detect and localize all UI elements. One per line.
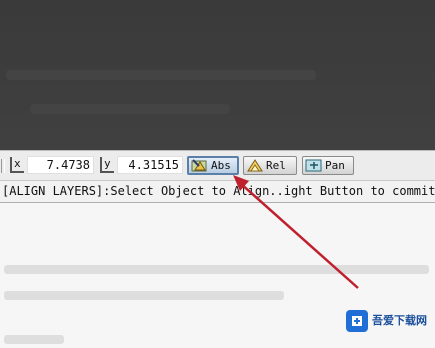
annotation-arrow — [233, 175, 359, 289]
site-watermark: 吾爱下载网 — [346, 304, 432, 338]
watermark-brand: 吾爱下载网 — [372, 314, 427, 327]
watermark-logo-icon — [346, 310, 368, 332]
